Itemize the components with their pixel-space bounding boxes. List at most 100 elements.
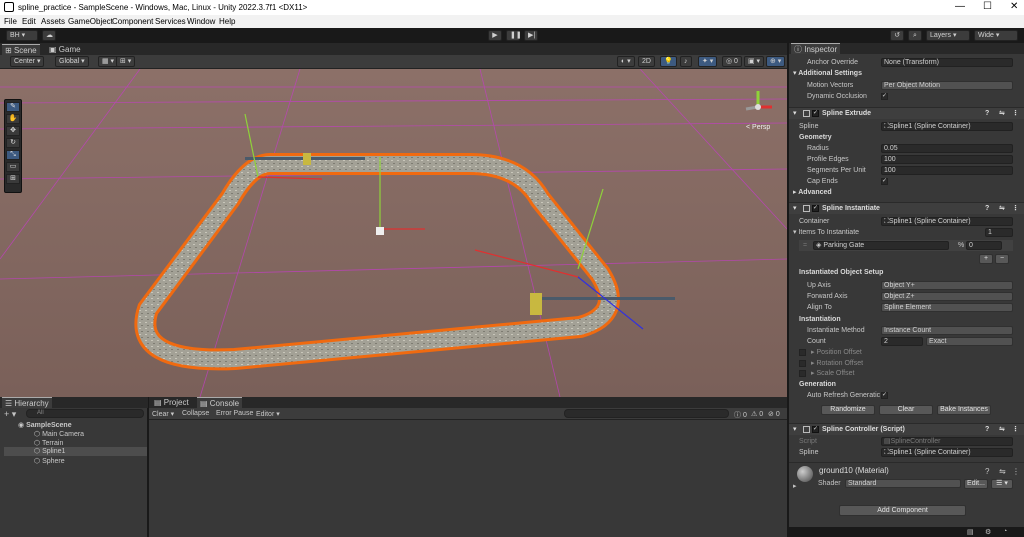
extrude-spline-field[interactable]: ⛶Spline1 (Spline Container) <box>881 122 1013 131</box>
cloud-icon[interactable]: ☁ <box>42 30 56 41</box>
remove-item-button[interactable]: − <box>995 254 1009 264</box>
enable-checkbox[interactable]: ✓ <box>812 426 819 433</box>
tab-hierarchy[interactable]: ☰ Hierarchy <box>2 397 52 408</box>
clear-button[interactable]: Clear <box>879 405 933 415</box>
tab-inspector[interactable]: ⓘ Inspector <box>791 43 841 54</box>
console-clear-button[interactable]: Clear ▾ <box>152 410 174 418</box>
pause-button[interactable]: ❚❚ <box>506 30 522 41</box>
auto-refresh-checkbox[interactable]: ✓ <box>881 392 888 399</box>
space-dropdown[interactable]: Global ▾ <box>55 56 89 67</box>
instantiate-method-dropdown[interactable]: Instance Count <box>881 326 1013 335</box>
scene-root[interactable]: ◉ SampleScene <box>18 421 72 429</box>
minimize-icon[interactable]: — <box>955 1 965 12</box>
add-component-button[interactable]: Add Component <box>839 505 966 516</box>
drag-handle-icon[interactable]: = <box>803 240 807 251</box>
tab-scene[interactable]: ⊞ Scene <box>2 44 40 55</box>
align-to-dropdown[interactable]: Spline Element <box>881 303 1013 312</box>
menu-window[interactable]: Window <box>187 17 215 26</box>
foldout-arrow-icon[interactable]: ▾ <box>793 424 797 435</box>
menu-edit[interactable]: Edit <box>22 17 36 26</box>
spline-instantiate-header[interactable]: ▾ ✓ Spline Instantiate ? ⇋ ⋮ <box>789 202 1024 214</box>
count-mode-dropdown[interactable]: Exact <box>926 337 1013 346</box>
up-axis-dropdown[interactable]: Object Y+ <box>881 281 1013 290</box>
help-icon[interactable]: ? <box>985 108 989 119</box>
cap-ends-checkbox[interactable]: ✓ <box>881 178 888 185</box>
settings-icon[interactable]: ⇋ <box>999 108 1005 119</box>
dynamic-occlusion-checkbox[interactable]: ✓ <box>881 93 888 100</box>
progress-icon[interactable]: ▤ <box>967 528 974 536</box>
rotate-tool-icon[interactable]: ↻ <box>6 138 20 148</box>
shader-menu-button[interactable]: ☰ ▾ <box>991 479 1013 489</box>
scale-tool-icon[interactable]: ⤡ <box>6 150 20 160</box>
orientation-gizmo[interactable] <box>740 89 776 125</box>
help-icon[interactable]: ? <box>985 467 989 476</box>
console-collapse-button[interactable]: Collapse <box>182 410 209 417</box>
count-field[interactable]: 2 <box>881 337 923 346</box>
motion-vectors-dropdown[interactable]: Per Object Motion <box>881 81 1013 90</box>
move-tool-icon[interactable]: ✥ <box>6 126 20 136</box>
rect-tool-icon[interactable]: ▭ <box>6 162 20 172</box>
shader-dropdown[interactable]: Standard <box>845 479 961 488</box>
menu-assets[interactable]: Assets <box>41 17 65 26</box>
layers-dropdown[interactable]: Layers ▾ <box>926 30 970 41</box>
hierarchy-item-terrain[interactable]: ⬡ Terrain <box>34 439 63 447</box>
segments-field[interactable]: 100 <box>881 166 1013 175</box>
gizmos-toggle-icon[interactable]: ⊕ ▾ <box>766 56 786 67</box>
rotation-offset-checkbox[interactable] <box>799 360 806 367</box>
controller-spline-field[interactable]: ⛶Spline1 (Spline Container) <box>881 448 1013 457</box>
tab-game[interactable]: ▣ Game <box>46 44 84 55</box>
settings-icon[interactable]: ⇋ <box>999 467 1006 476</box>
view-tool-icon[interactable]: ✎ <box>6 102 20 112</box>
more-icon[interactable]: ⋮ <box>1012 424 1019 435</box>
anchor-override-field[interactable]: None (Transform) <box>881 58 1013 67</box>
settings-icon[interactable]: ⇋ <box>999 203 1005 214</box>
position-offset-row[interactable]: ▸ Position Offset <box>789 347 1024 358</box>
sphere-object[interactable] <box>376 227 384 235</box>
close-icon[interactable]: ✕ <box>1010 1 1018 12</box>
scene-render[interactable] <box>0 69 787 397</box>
help-icon[interactable]: ? <box>985 424 989 435</box>
profile-edges-field[interactable]: 100 <box>881 155 1013 164</box>
camera-settings-icon[interactable]: ▣ ▾ <box>744 56 765 67</box>
item-entry[interactable]: = ◈ Parking Gate % 0 <box>799 240 1013 251</box>
console-warning-count[interactable]: ⚠ 0 <box>751 410 763 418</box>
notifications-icon[interactable]: ◔ <box>1003 528 1007 535</box>
more-icon[interactable]: ⋮ <box>1012 467 1020 476</box>
hidden-objects-icon[interactable]: ◎ 0 <box>722 56 742 67</box>
bake-instances-button[interactable]: Bake Instances <box>937 405 991 415</box>
enable-checkbox[interactable]: ✓ <box>812 110 819 117</box>
spline-extrude-header[interactable]: ▾ ✓ Spline Extrude ? ⇋ ⋮ <box>789 107 1024 119</box>
item-prefab-field[interactable]: ◈ Parking Gate <box>813 241 949 250</box>
tab-console[interactable]: ▤ Console <box>197 397 243 408</box>
debug-icon[interactable]: ⚙ <box>985 528 991 536</box>
console-error-pause-button[interactable]: Error Pause <box>216 410 253 417</box>
pivot-dropdown[interactable]: Center ▾ <box>10 56 45 67</box>
foldout-arrow-icon[interactable]: ▾ <box>793 108 797 119</box>
add-item-button[interactable]: + <box>979 254 993 264</box>
container-field[interactable]: ⛶Spline1 (Spline Container) <box>881 217 1013 226</box>
hierarchy-item-main-camera[interactable]: ⬡ Main Camera <box>34 430 84 438</box>
more-icon[interactable]: ⋮ <box>1012 108 1019 119</box>
hierarchy-item-sphere[interactable]: ⬡ Sphere <box>34 457 65 465</box>
search-icon[interactable]: ⌕ <box>908 30 922 41</box>
scale-offset-row[interactable]: ▸ Scale Offset <box>789 368 1024 379</box>
step-button[interactable]: ▶| <box>524 30 538 41</box>
lighting-toggle-icon[interactable]: 💡 <box>660 56 677 67</box>
history-icon[interactable]: ↺ <box>890 30 904 41</box>
radius-field[interactable]: 0.05 <box>881 144 1013 153</box>
randomize-button[interactable]: Randomize <box>821 405 875 415</box>
snap-increment-button[interactable]: ⊞ ▾ <box>116 56 136 67</box>
hierarchy-search[interactable]: All <box>26 409 144 418</box>
scale-offset-checkbox[interactable] <box>799 370 806 377</box>
menu-file[interactable]: File <box>4 17 17 26</box>
account-button[interactable]: BH ▾ <box>6 30 38 41</box>
advanced-foldout[interactable]: ▸ Advanced <box>789 187 1024 198</box>
shader-edit-button[interactable]: Edit... <box>964 479 988 489</box>
create-button[interactable]: + ▾ <box>4 409 16 420</box>
console-log-count[interactable]: ⓘ 0 <box>734 410 747 420</box>
forward-axis-dropdown[interactable]: Object Z+ <box>881 292 1013 301</box>
scene-viewport[interactable]: < Persp ✎ ✋ ✥ ↻ ⤡ ▭ ⊞ <box>0 69 787 397</box>
effects-toggle-icon[interactable]: ✦ ▾ <box>698 56 718 67</box>
menu-component[interactable]: Component <box>112 17 153 26</box>
menu-services[interactable]: Services <box>155 17 186 26</box>
